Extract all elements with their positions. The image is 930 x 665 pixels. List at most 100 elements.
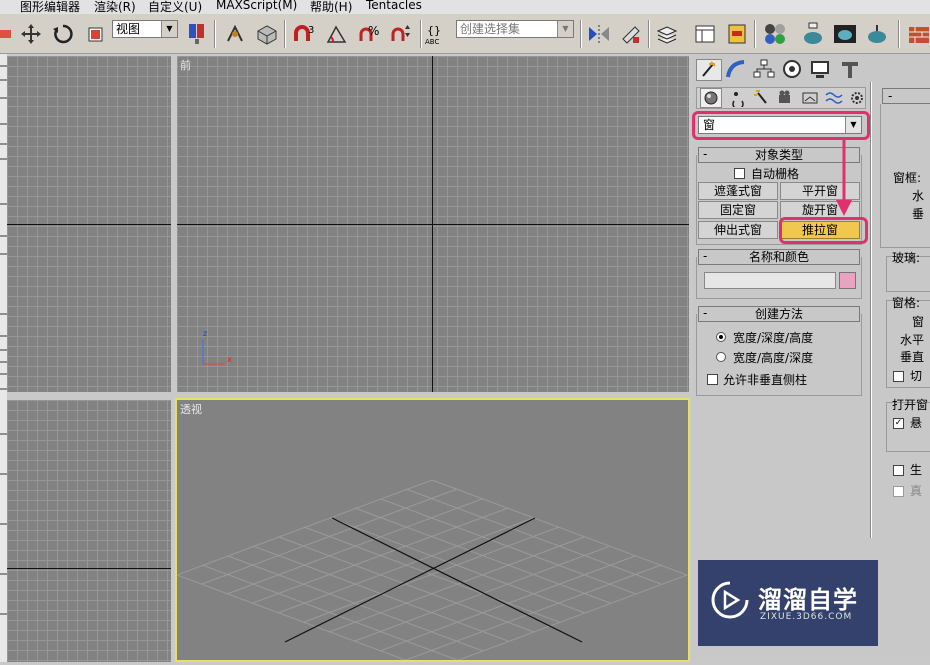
select-and-rotate-icon[interactable] — [50, 21, 76, 47]
watermark-logo-icon — [711, 581, 749, 619]
annotation-arrow — [836, 140, 852, 216]
svg-text:%: % — [368, 24, 379, 38]
main-toolbar: 视图 ▼ 3 % {} ABC 创建选择集 ▼ — [0, 14, 930, 54]
svg-text:ABC: ABC — [425, 38, 439, 46]
grid-axis-line — [7, 224, 171, 225]
menu-bar: 图形编辑器 渲染(R) 自定义(U) MAXScript(M) 帮助(H) Te… — [0, 0, 930, 14]
rails-label: 窗格: — [892, 296, 921, 310]
rail-width-label: 窗 — [912, 315, 925, 329]
toolbar-separator — [754, 20, 756, 48]
named-selection-sets-dropdown[interactable]: 创建选择集 ▼ — [456, 20, 574, 38]
glass-label: 玻璃: — [892, 251, 921, 265]
object-color-swatch[interactable] — [839, 272, 856, 289]
menu-rendering[interactable]: 渲染(R) — [94, 0, 136, 14]
tab-display[interactable] — [808, 59, 834, 81]
open-window-label: 打开窗 — [892, 398, 929, 412]
keyboard-shortcut-override-icon[interactable] — [254, 21, 280, 47]
menu-tentacles[interactable]: Tentacles — [366, 0, 422, 12]
viewport-top[interactable] — [7, 56, 171, 392]
horizontal-rails-label: 水平 — [900, 333, 925, 347]
toolbar-separator — [580, 20, 582, 48]
tab-motion[interactable] — [780, 59, 806, 81]
real-world-map-size-checkbox[interactable] — [893, 486, 904, 497]
quick-render-icon[interactable] — [864, 21, 890, 47]
chevron-down-icon: ▼ — [557, 21, 573, 37]
spinner-snap-icon[interactable] — [388, 21, 414, 47]
cameras-icon[interactable] — [776, 89, 796, 107]
fixed-window-button[interactable]: 固定窗 — [698, 201, 778, 219]
allow-non-vertical-jambs-checkbox[interactable] — [707, 374, 718, 385]
mirror-icon[interactable] — [586, 21, 612, 47]
helpers-icon[interactable] — [800, 89, 820, 107]
menu-customize[interactable]: 自定义(U) — [148, 0, 202, 14]
menu-graph-editors[interactable]: 图形编辑器 — [20, 0, 80, 14]
systems-icon[interactable] — [848, 89, 866, 107]
panel-divider — [870, 82, 872, 538]
menu-help[interactable]: 帮助(H) — [310, 0, 352, 14]
axis-z-label: z — [203, 329, 208, 338]
edit-named-selection-icon[interactable]: {} ABC — [424, 21, 450, 47]
curve-editor-icon[interactable] — [692, 21, 718, 47]
shapes-icon[interactable] — [728, 89, 748, 110]
generate-mapping-checkbox[interactable] — [893, 465, 904, 476]
space-warps-icon[interactable] — [824, 89, 844, 107]
left-edge-strip — [0, 54, 7, 662]
select-and-move-icon[interactable] — [18, 21, 44, 47]
vertical-rails-label: 垂直 — [900, 350, 925, 364]
material-editor-icon[interactable] — [762, 21, 788, 47]
brick-wall-icon[interactable] — [906, 21, 930, 47]
viewport-label-front[interactable]: 前 — [180, 57, 191, 73]
object-name-input[interactable] — [704, 272, 836, 289]
watermark-url: ZIXUE.3D66.COM — [760, 612, 853, 622]
perspective-grid — [177, 479, 688, 660]
chamfered-profile-checkbox[interactable] — [893, 371, 904, 382]
chevron-down-icon: ▼ — [161, 21, 177, 37]
width-height-depth-radio[interactable] — [716, 352, 726, 362]
rollout-header-parameters[interactable]: - — [882, 88, 930, 104]
lights-icon[interactable] — [752, 89, 772, 107]
projected-window-button[interactable]: 伸出式窗 — [698, 221, 778, 239]
angle-snap-icon[interactable] — [324, 21, 350, 47]
rendered-frame-window-icon[interactable] — [832, 21, 858, 47]
grid-axis-line — [7, 568, 171, 569]
axis-tripod: z x — [197, 328, 237, 368]
layer-manager-icon[interactable] — [654, 21, 680, 47]
hung-checkbox[interactable]: ✓ — [893, 418, 904, 429]
align-icon[interactable] — [618, 21, 644, 47]
grid-axis-line — [432, 56, 433, 392]
snaps-toggle-icon[interactable]: 3 — [290, 21, 316, 47]
tab-create[interactable] — [696, 59, 722, 81]
geometry-icon[interactable] — [700, 88, 722, 108]
render-setup-icon[interactable] — [800, 21, 826, 47]
viewport-front[interactable]: 前 z x — [177, 56, 689, 392]
schematic-view-icon[interactable] — [724, 21, 750, 47]
watermark-text: 溜溜自学 — [758, 586, 858, 614]
select-and-manipulate-icon[interactable] — [222, 21, 248, 47]
frame-horizontal-label: 水 — [912, 189, 925, 203]
percent-snap-icon[interactable]: % — [356, 21, 382, 47]
reference-coord-dropdown[interactable]: 视图 ▼ — [112, 20, 178, 38]
autogrid-label: 自动栅格 — [751, 167, 800, 181]
awning-window-button[interactable]: 遮蓬式窗 — [698, 182, 778, 200]
tab-utilities[interactable] — [838, 59, 864, 81]
toolbar-separator — [420, 20, 422, 48]
width-height-depth-label: 宽度/高度/深度 — [733, 351, 814, 365]
select-and-scale-icon[interactable] — [82, 21, 108, 47]
button-highlight-box — [779, 217, 868, 244]
width-depth-height-radio[interactable] — [716, 332, 726, 342]
autogrid-checkbox[interactable] — [734, 168, 745, 179]
tab-hierarchy[interactable] — [752, 59, 778, 81]
toolbar-separator — [284, 20, 286, 48]
viewport-perspective[interactable]: 透视 — [175, 398, 690, 662]
toolbar-clipped-icon[interactable] — [0, 21, 18, 47]
tab-modify[interactable] — [724, 59, 750, 81]
toolbar-separator — [214, 20, 216, 48]
chamfered-profile-label: 切 — [910, 369, 923, 383]
radio-dot — [719, 335, 723, 339]
use-pivot-center-icon[interactable] — [184, 21, 210, 47]
create-category-bar — [696, 87, 866, 110]
hung-label: 悬 — [910, 416, 923, 430]
menu-maxscript[interactable]: MAXScript(M) — [216, 0, 297, 12]
width-depth-height-label: 宽度/深度/高度 — [733, 331, 814, 345]
viewport-left[interactable] — [7, 400, 171, 662]
